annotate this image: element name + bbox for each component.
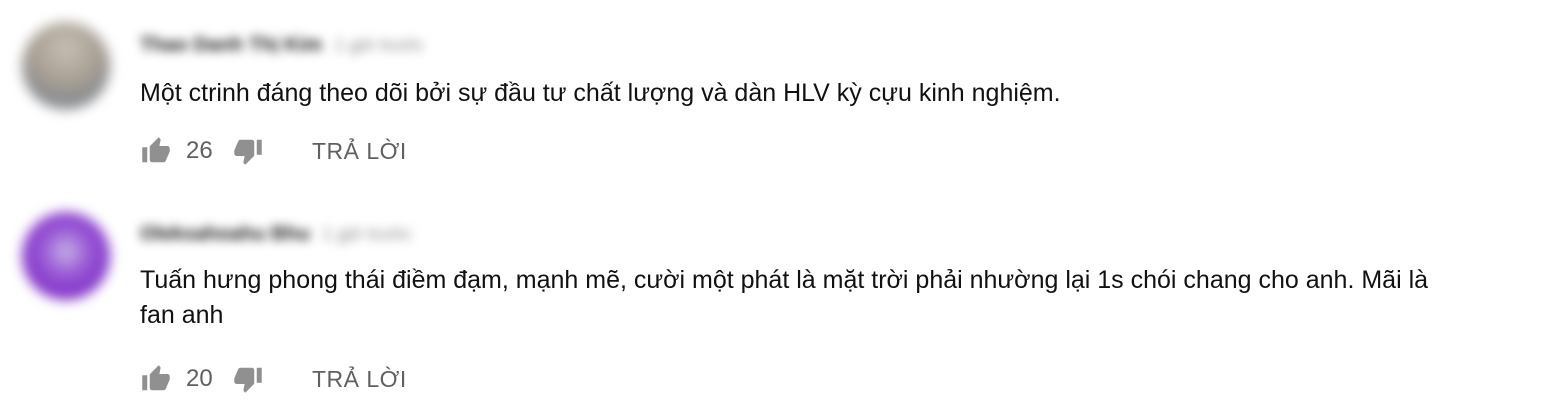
thumb-up-icon[interactable]: [140, 135, 172, 167]
comment-header: Thao Danh Thị Kim 1 giờ trước: [140, 33, 424, 57]
comment-text: Tuấn hưng phong thái điềm đạm, mạnh mẽ, …: [140, 266, 1429, 329]
comment-text: Một ctrinh đáng theo dõi bởi sự đầu tư c…: [140, 79, 1061, 107]
thumb-down-icon[interactable]: [232, 135, 264, 167]
author-name[interactable]: Oleksahoahu Bhu: [140, 223, 310, 246]
comment-header: Oleksahoahu Bhu 1 giờ trước: [140, 222, 412, 246]
thumb-down-icon[interactable]: [232, 363, 264, 395]
reply-button[interactable]: TRẢ LỜI: [312, 138, 407, 165]
comment-item: Oleksahoahu Bhu 1 giờ trước Tuấn hưng ph…: [0, 190, 1546, 402]
like-count: 20: [186, 365, 213, 392]
avatar[interactable]: [22, 22, 110, 110]
comment-timestamp[interactable]: 1 giờ trước: [334, 35, 424, 56]
comment-item: Thao Danh Thị Kim 1 giờ trước Một ctrinh…: [0, 0, 1546, 190]
comment-actions: 26 TRẢ LỜI: [140, 134, 407, 168]
avatar[interactable]: [22, 212, 110, 300]
thumb-up-icon[interactable]: [140, 363, 172, 395]
comment-actions: 20 TRẢ LỜI: [140, 362, 407, 396]
like-count: 26: [186, 137, 213, 164]
reply-button[interactable]: TRẢ LỜI: [312, 366, 407, 393]
comment-timestamp[interactable]: 1 giờ trước: [322, 224, 412, 245]
author-name[interactable]: Thao Danh Thị Kim: [140, 34, 322, 57]
